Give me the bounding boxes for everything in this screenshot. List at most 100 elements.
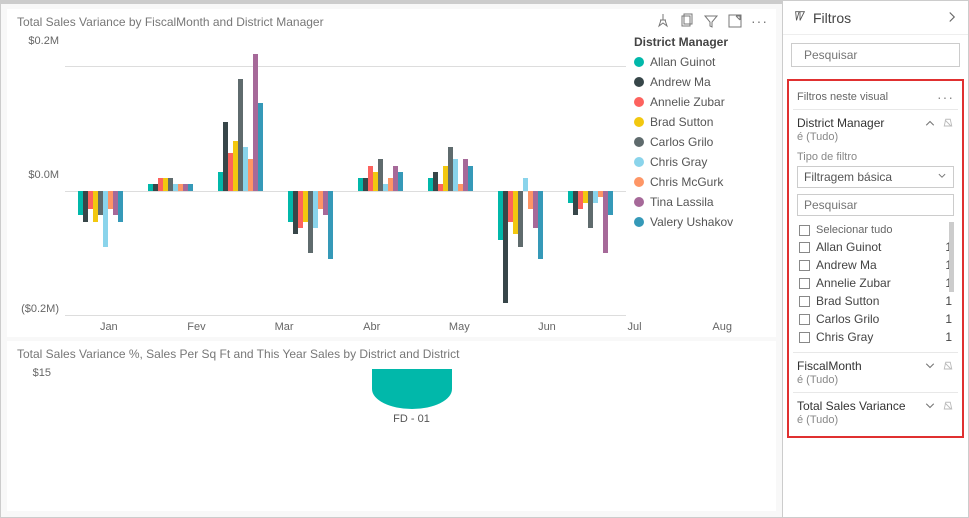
main-canvas: ··· Total Sales Variance by FiscalMonth … [1, 1, 782, 517]
filter-value-row[interactable]: Selecionar tudo [797, 222, 954, 238]
legend-title: District Manager [634, 35, 766, 49]
filter-value-count: 1 [945, 294, 952, 308]
bar[interactable] [518, 191, 523, 247]
checkbox-icon[interactable] [799, 296, 810, 307]
more-icon[interactable]: ··· [751, 13, 768, 34]
bar-group [490, 35, 552, 315]
x-tick-label: Jul [604, 321, 666, 333]
clear-icon[interactable] [942, 399, 954, 417]
chevron-down-icon[interactable] [924, 399, 936, 417]
chevron-down-icon[interactable] [924, 359, 936, 377]
clear-icon[interactable] [942, 359, 954, 377]
filter-type-label: Tipo de filtro [797, 151, 954, 163]
filter-value-label: Annelie Zubar [816, 276, 891, 290]
legend-label: Chris McGurk [650, 175, 723, 189]
chart2-plot: FD - 01 [57, 367, 766, 425]
legend-label: Annelie Zubar [650, 95, 725, 109]
bar-group [69, 35, 131, 315]
filters-search[interactable] [791, 43, 960, 67]
legend-swatch [634, 217, 644, 227]
filters-search-input[interactable] [804, 48, 959, 62]
bar-group [209, 35, 271, 315]
legend-label: Tina Lassila [650, 195, 714, 209]
legend-label: Allan Guinot [650, 55, 715, 69]
legend-swatch [634, 57, 644, 67]
bar[interactable] [523, 178, 528, 190]
chart-plot [65, 35, 626, 315]
visual-bar-chart[interactable]: ··· Total Sales Variance by FiscalMonth … [7, 9, 776, 337]
checkbox-icon[interactable] [799, 260, 810, 271]
filter-value-label: Carlos Grilo [816, 312, 879, 326]
legend-item[interactable]: Brad Sutton [634, 115, 766, 129]
filter-value-row[interactable]: Brad Sutton1 [797, 292, 954, 310]
checkbox-icon[interactable] [799, 278, 810, 289]
pin-icon[interactable] [655, 13, 671, 34]
checkbox-icon[interactable] [799, 332, 810, 343]
x-tick-label: Fev [165, 321, 227, 333]
checkbox-icon[interactable] [799, 225, 810, 236]
bar[interactable] [608, 191, 613, 216]
legend-label: Andrew Ma [650, 75, 711, 89]
filter-value-row[interactable]: Allan Guinot1 [797, 238, 954, 256]
funnel-icon [793, 9, 807, 26]
checkbox-icon[interactable] [799, 314, 810, 325]
filter-card-district-manager[interactable]: District Manager é (Tudo) Tipo de filtro… [793, 109, 958, 352]
checkbox-icon[interactable] [799, 242, 810, 253]
bar-group [350, 35, 412, 315]
filter-value-count: 1 [945, 312, 952, 326]
filter-value-row[interactable]: Chris Gray1 [797, 328, 954, 346]
filter-value-row[interactable]: Annelie Zubar1 [797, 274, 954, 292]
y-axis-2: $15 [17, 367, 57, 379]
legend-item[interactable]: Annelie Zubar [634, 95, 766, 109]
filters-title: Filtros [813, 10, 851, 26]
bar[interactable] [328, 191, 333, 259]
visual-bubble-chart[interactable]: Total Sales Variance %, Sales Per Sq Ft … [7, 341, 776, 511]
filters-pane: Filtros Filtros neste visual ··· Distric… [782, 1, 968, 517]
filter-card-fiscalmonth[interactable]: FiscalMonth é (Tudo) [793, 352, 958, 392]
chevron-down-icon [937, 170, 947, 184]
fc-title: District Manager [797, 116, 884, 130]
filter-type-select[interactable]: Filtragem básica [797, 166, 954, 188]
filter-value-row[interactable]: Andrew Ma1 [797, 256, 954, 274]
chart-legend: District Manager Allan Guinot Andrew Ma An… [626, 35, 766, 315]
legend-label: Carlos Grilo [650, 135, 713, 149]
legend-item[interactable]: Allan Guinot [634, 55, 766, 69]
bar[interactable] [258, 103, 263, 190]
filter-value-search[interactable] [797, 194, 954, 216]
chart-title: Total Sales Variance by FiscalMonth and … [17, 15, 766, 29]
bar[interactable] [538, 191, 543, 259]
filter-card-total-sales-variance[interactable]: Total Sales Variance é (Tudo) [793, 392, 958, 432]
legend-item[interactable]: Chris McGurk [634, 175, 766, 189]
focus-icon[interactable] [727, 13, 743, 34]
visual-toolbar: ··· [655, 13, 768, 34]
copy-icon[interactable] [679, 13, 695, 34]
bubble-marker[interactable] [372, 369, 452, 409]
fc-subtitle: é (Tudo) [797, 131, 884, 143]
legend-swatch [634, 137, 644, 147]
bar[interactable] [188, 184, 193, 190]
clear-icon[interactable] [942, 116, 954, 134]
scrollbar-thumb[interactable] [949, 222, 954, 292]
chevron-up-icon[interactable] [924, 116, 936, 134]
legend-swatch [634, 77, 644, 87]
legend-item[interactable]: Chris Gray [634, 155, 766, 169]
bar[interactable] [398, 172, 403, 191]
bar-group [420, 35, 482, 315]
legend-item[interactable]: Andrew Ma [634, 75, 766, 89]
chevron-right-icon[interactable] [946, 10, 958, 26]
legend-item[interactable]: Carlos Grilo [634, 135, 766, 149]
legend-label: Chris Gray [650, 155, 707, 169]
filter-value-row[interactable]: Carlos Grilo 1 [797, 310, 954, 328]
bar-group [139, 35, 201, 315]
filter-icon[interactable] [703, 13, 719, 34]
filter-value-label: Chris Gray [816, 330, 873, 344]
bar[interactable] [118, 191, 123, 222]
filter-value-label: Andrew Ma [816, 258, 877, 272]
bar[interactable] [468, 166, 473, 191]
legend-item[interactable]: Tina Lassila [634, 195, 766, 209]
section-more-icon[interactable]: ··· [937, 89, 954, 105]
legend-label: Valery Ushakov [650, 215, 733, 229]
legend-swatch [634, 97, 644, 107]
legend-item[interactable]: Valery Ushakov [634, 215, 766, 229]
filter-value-search-input[interactable] [804, 198, 959, 212]
